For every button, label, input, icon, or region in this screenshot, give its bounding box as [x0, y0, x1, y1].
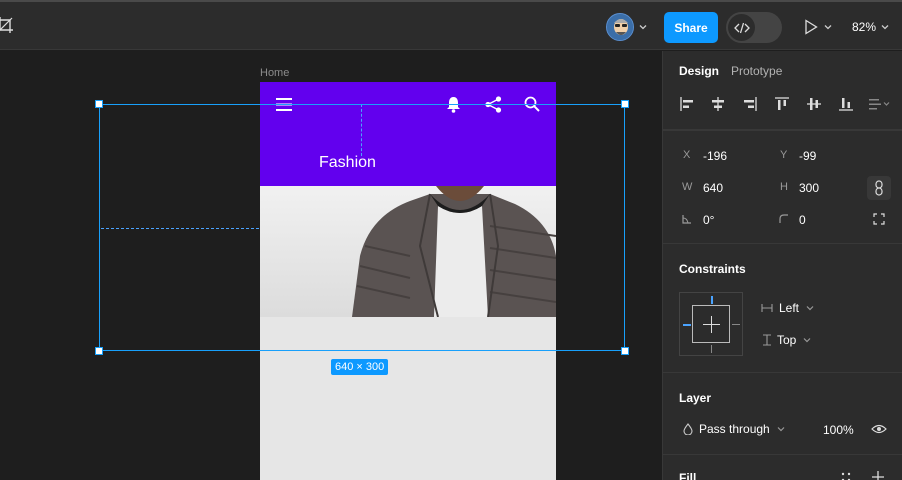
chevron-down-icon	[639, 25, 647, 30]
layer-opacity-field[interactable]: 100%	[823, 423, 854, 437]
height-field[interactable]: 300	[799, 181, 819, 195]
constraints-title: Constraints	[679, 262, 746, 276]
horizontal-constraint-icon	[761, 304, 773, 312]
resize-icon[interactable]	[873, 213, 885, 225]
resize-handle-top-left[interactable]	[95, 100, 103, 108]
width-field[interactable]: 640	[703, 181, 723, 195]
constrain-proportions-button[interactable]	[867, 176, 891, 200]
w-label: W	[682, 181, 693, 193]
constraints-widget[interactable]	[679, 292, 743, 356]
dev-mode-toggle[interactable]	[726, 12, 782, 43]
constraint-left[interactable]	[683, 324, 691, 326]
blend-mode-value: Pass through	[699, 422, 770, 436]
chevron-down-icon	[803, 338, 811, 343]
play-icon	[805, 19, 818, 35]
chevron-down-icon	[881, 25, 889, 30]
chevron-down-icon	[824, 25, 832, 30]
align-right-icon[interactable]	[742, 96, 758, 112]
dev-mode-icon	[728, 14, 755, 41]
fill-title: Fill	[679, 471, 697, 480]
frame-label[interactable]: Home	[260, 67, 289, 79]
design-canvas[interactable]: Home Fashion 640 × 300	[0, 51, 662, 480]
resize-handle-top-right[interactable]	[621, 100, 629, 108]
tab-design[interactable]: Design	[679, 64, 719, 78]
divider	[663, 130, 902, 131]
present-button[interactable]	[804, 19, 833, 35]
zoom-menu[interactable]: 82%	[852, 20, 890, 34]
align-bottom-icon[interactable]	[838, 96, 854, 112]
user-menu[interactable]	[606, 12, 648, 42]
constraint-right[interactable]	[732, 324, 740, 325]
align-middle-v-icon[interactable]	[806, 96, 822, 112]
share-button[interactable]: Share	[664, 12, 718, 43]
rotation-icon	[682, 215, 691, 224]
align-center-h-icon[interactable]	[710, 96, 726, 112]
chevron-down-icon	[806, 306, 814, 311]
align-left-icon[interactable]	[679, 96, 695, 112]
align-top-icon[interactable]	[774, 96, 790, 112]
corner-radius-field[interactable]: 0	[799, 213, 806, 227]
layer-title: Layer	[679, 391, 712, 405]
vertical-constraint-icon	[763, 334, 771, 346]
zoom-level: 82%	[852, 20, 877, 34]
divider	[663, 454, 902, 455]
eye-icon[interactable]	[871, 424, 887, 434]
rotation-field[interactable]: 0°	[703, 213, 714, 227]
x-label: X	[683, 149, 691, 161]
corner-radius-icon	[779, 214, 788, 223]
resize-handle-bottom-right[interactable]	[621, 347, 629, 355]
constraint-inner-box	[692, 305, 730, 343]
divider	[663, 243, 902, 244]
link-icon	[875, 180, 883, 196]
opacity-drop-icon	[683, 423, 693, 435]
constraint-bottom[interactable]	[711, 345, 712, 353]
tab-prototype[interactable]: Prototype	[731, 64, 782, 78]
resize-handle-bottom-left[interactable]	[95, 347, 103, 355]
y-field[interactable]: -99	[799, 149, 816, 163]
crop-icon[interactable]	[0, 16, 14, 34]
horizontal-constraint-value: Left	[779, 301, 800, 315]
selection-box[interactable]	[99, 104, 625, 351]
distribute-icon[interactable]	[868, 96, 892, 112]
grid-dots-icon[interactable]	[841, 472, 851, 480]
divider	[663, 372, 902, 373]
blend-mode-dropdown[interactable]: Pass through	[683, 422, 786, 436]
vertical-constraint-value: Top	[777, 333, 797, 347]
constraint-top[interactable]	[711, 296, 713, 304]
properties-panel: Design Prototype X -196 Y -99 W 640 H 30…	[662, 51, 902, 480]
plus-icon[interactable]	[872, 471, 884, 480]
y-label: Y	[780, 149, 788, 161]
x-field[interactable]: -196	[703, 149, 727, 163]
chevron-down-icon	[777, 427, 785, 432]
horizontal-constraint-dropdown[interactable]: Left	[761, 301, 815, 315]
h-label: H	[780, 181, 788, 193]
top-toolbar: Share 82%	[0, 0, 902, 50]
size-badge: 640 × 300	[331, 359, 389, 375]
vertical-constraint-dropdown[interactable]: Top	[763, 333, 812, 347]
avatar[interactable]	[606, 13, 634, 41]
